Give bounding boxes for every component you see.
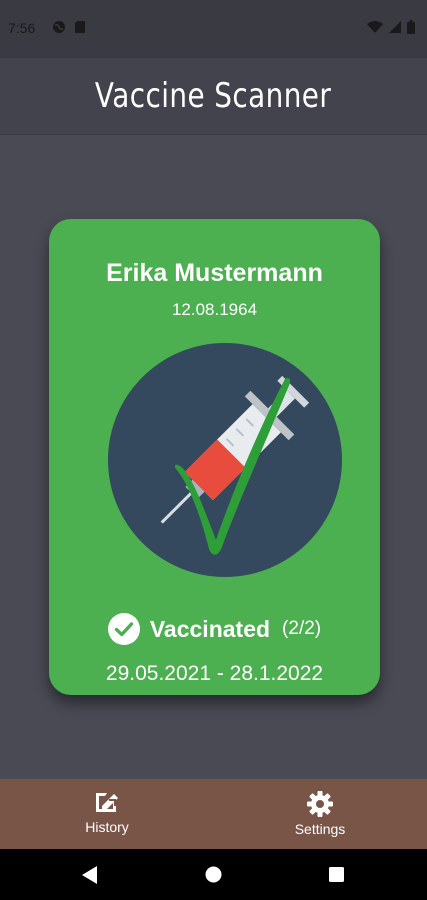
status-time: 7:56 [8, 20, 36, 36]
birth-date: 12.08.1964 [171, 300, 258, 319]
home-button[interactable] [205, 866, 222, 883]
battery-icon [407, 20, 415, 34]
history-icon [96, 793, 118, 812]
bottom-nav: History Settings [0, 779, 427, 849]
person-name: Erika Mustermann [106, 259, 323, 287]
globe-icon [53, 21, 65, 33]
app-title: Vaccine Scanner [95, 76, 332, 116]
nav-history-label: History [85, 819, 129, 835]
vaccination-status: Vaccinated (2/2) [49, 613, 380, 645]
status-label: Vaccinated [149, 615, 271, 642]
syringe-check-illustration [108, 343, 342, 577]
wifi-icon [367, 21, 383, 33]
vaccination-card: Erika Mustermann 12.08.1964 Vaccinated (… [49, 219, 380, 695]
status-left-icons [52, 20, 86, 34]
gear-icon [307, 791, 333, 817]
check-circle-icon [107, 613, 140, 645]
signal-icon [389, 21, 401, 33]
main-content: Erika Mustermann 12.08.1964 Vaccinated (… [0, 135, 427, 779]
nav-settings[interactable]: Settings [260, 791, 380, 837]
nav-settings-label: Settings [294, 821, 346, 837]
system-nav-bar [0, 849, 427, 900]
status-bar: 7:56 [0, 0, 427, 58]
back-button[interactable] [82, 866, 98, 884]
status-right-icons [367, 20, 415, 34]
nav-history[interactable]: History [47, 791, 167, 835]
app-bar: Vaccine Scanner [0, 58, 427, 135]
dose-count: (2/2) [282, 618, 322, 639]
recents-button[interactable] [329, 867, 344, 882]
sd-card-icon [75, 21, 85, 33]
validity-period: 29.05.2021 - 28.1.2022 [105, 662, 324, 685]
